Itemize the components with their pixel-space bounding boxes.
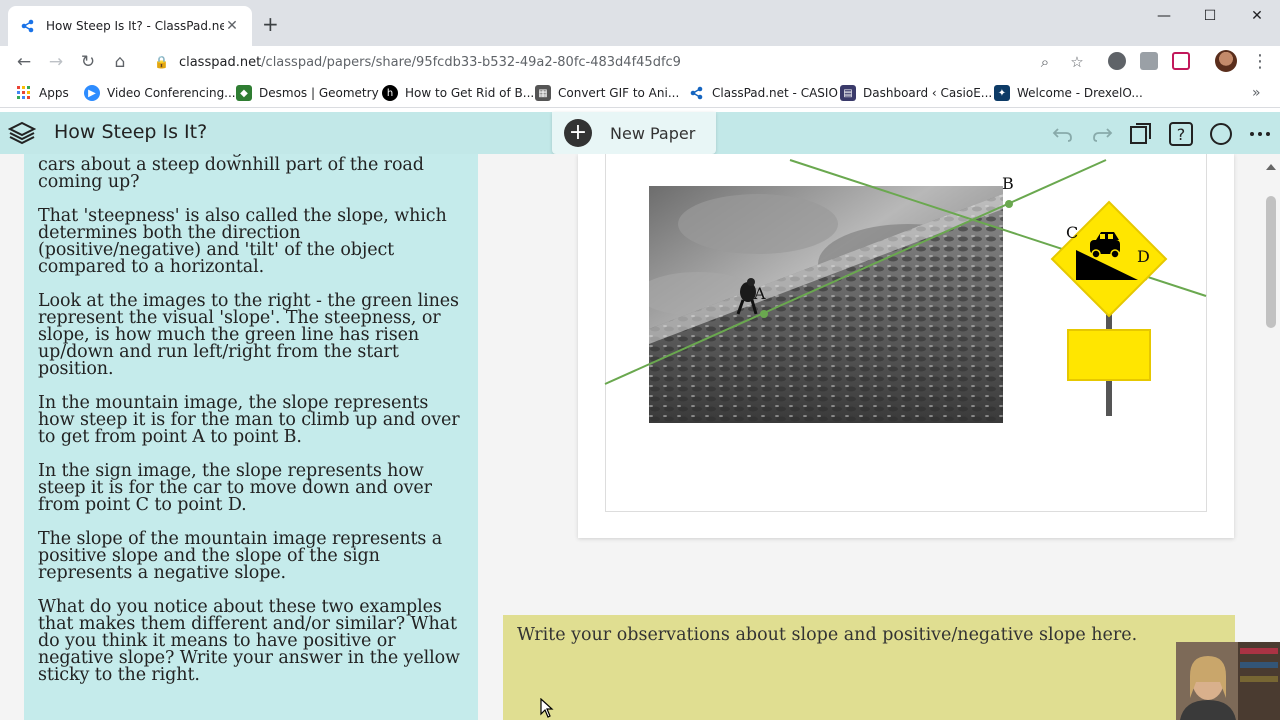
text-paper[interactable]: Or ever seen a road sign that warns truc… — [24, 154, 478, 720]
bookmark-video-conferencing[interactable]: ▶ Video Conferencing... — [84, 84, 236, 102]
plus-icon: + — [564, 119, 592, 147]
scroll-up-arrow-icon[interactable] — [1266, 164, 1276, 170]
bookmark-convert-gif[interactable]: ▦ Convert GIF to Ani... — [535, 84, 679, 102]
undo-icon[interactable] — [1050, 121, 1076, 147]
bookmark-icon: h — [382, 85, 398, 101]
yellow-sticky-note[interactable]: Write your observations about slope and … — [503, 615, 1235, 720]
video-icon: ▶ — [84, 85, 100, 101]
convert-icon: ▦ — [535, 85, 551, 101]
extension-g-icon[interactable] — [1140, 52, 1158, 70]
mountain-photo — [649, 186, 1003, 423]
bookmark-label: Welcome - DrexelO... — [1017, 86, 1143, 100]
forward-arrow-icon[interactable]: → — [44, 50, 68, 74]
address-bar[interactable]: 🔒 classpad.net/classpad/papers/share/95f… — [140, 47, 1098, 77]
classpad-header: How Steep Is It? + New Paper ? — [0, 112, 1280, 154]
webcam-overlay — [1176, 642, 1280, 720]
bookmark-label: Dashboard ‹ CasioE... — [863, 86, 993, 100]
help-icon[interactable]: ? — [1168, 121, 1194, 147]
maximize-window-icon[interactable]: ☐ — [1187, 4, 1233, 28]
extension-circle-icon[interactable] — [1108, 52, 1126, 70]
paragraph-positive-negative: The slope of the mountain image represen… — [38, 529, 443, 583]
bookmark-label: Convert GIF to Ani... — [558, 86, 680, 100]
classpad-favicon-icon — [20, 18, 36, 34]
point-b-marker[interactable] — [1005, 200, 1013, 208]
circle-tool-icon[interactable] — [1208, 121, 1234, 147]
profile-avatar[interactable] — [1215, 50, 1237, 72]
tab-close-icon[interactable]: ✕ — [224, 18, 240, 34]
bookmark-star-icon[interactable]: ☆ — [1065, 50, 1089, 74]
bookmark-label: How to Get Rid of B... — [405, 86, 535, 100]
bookmark-label: Desmos | Geometry — [259, 86, 379, 100]
svg-text:?: ? — [1177, 125, 1186, 144]
bookmark-dashboard[interactable]: ▤ Dashboard ‹ CasioE... — [840, 84, 992, 102]
more-options-icon[interactable] — [1248, 121, 1274, 147]
paragraph-sign: In the sign image, the slope represents … — [38, 461, 432, 515]
browser-toolbar: ← → ↻ ⌂ 🔒 classpad.net/classpad/papers/s… — [0, 46, 1280, 78]
bookmark-label: ClassPad.net - CASIO — [712, 86, 838, 100]
new-paper-button[interactable]: + New Paper — [552, 112, 716, 154]
bookmark-how-to-get-rid[interactable]: h How to Get Rid of B... — [382, 84, 534, 102]
document-title[interactable]: How Steep Is It? — [54, 121, 207, 143]
sticky-prompt-text[interactable]: Write your observations about slope and … — [517, 625, 1221, 645]
desmos-icon: ◆ — [236, 85, 252, 101]
layers-menu-icon[interactable] — [7, 120, 37, 150]
bookmark-classpad[interactable]: ClassPad.net - CASIO — [689, 84, 838, 102]
url-path: /classpad/papers/share/95fcdb33-b532-49a… — [261, 54, 681, 70]
paragraph-steepness: That 'steepness' is also called the slop… — [38, 206, 447, 277]
url-host: classpad.net — [178, 54, 262, 70]
paragraph-question: What do you notice about these two examp… — [38, 597, 460, 685]
paragraph-intro: Or ever seen a road sign that warns truc… — [38, 154, 453, 192]
bookmarks-bar: Apps ▶ Video Conferencing... ◆ Desmos | … — [0, 78, 1280, 108]
home-icon[interactable]: ⌂ — [108, 50, 132, 74]
browser-menu-icon[interactable]: ⋮ — [1248, 50, 1272, 74]
lock-icon: 🔒 — [154, 55, 169, 69]
minimize-window-icon[interactable]: — — [1141, 4, 1187, 28]
close-window-icon[interactable]: ✕ — [1234, 4, 1280, 28]
bookmark-apps[interactable]: Apps — [16, 84, 69, 102]
new-tab-plus-icon[interactable]: + — [262, 14, 279, 34]
workspace-canvas[interactable]: Or ever seen a road sign that warns truc… — [0, 154, 1280, 720]
browser-tab-strip: How Steep Is It? - ClassPad.net ✕ + — ☐ … — [0, 0, 1280, 46]
more-bookmarks-chevron-icon[interactable]: » — [1252, 84, 1261, 102]
point-a-label: A — [754, 284, 766, 303]
extension-shield-icon[interactable] — [1172, 52, 1190, 70]
image-paper[interactable]: A B C D — [578, 154, 1234, 538]
reload-icon[interactable]: ↻ — [76, 50, 100, 74]
bookmark-label: Video Conferencing... — [107, 86, 236, 100]
new-paper-label: New Paper — [610, 123, 696, 143]
zoom-icon[interactable]: ⌕ — [1033, 50, 1057, 74]
mouse-pointer-icon — [540, 697, 554, 720]
point-d-label: D — [1137, 247, 1150, 266]
tab-title: How Steep Is It? - ClassPad.net — [46, 19, 224, 33]
point-c-label: C — [1066, 223, 1079, 242]
dashboard-icon: ▤ — [840, 85, 856, 101]
paragraph-images: Look at the images to the right - the gr… — [38, 291, 459, 379]
classpad-icon — [689, 85, 705, 101]
bookmark-welcome-drexel[interactable]: ✦ Welcome - DrexelO... — [994, 84, 1143, 102]
point-a-marker[interactable] — [760, 310, 768, 318]
paragraph-mountain: In the mountain image, the slope represe… — [38, 393, 460, 447]
vertical-scrollbar[interactable] — [1262, 154, 1280, 720]
bookmark-desmos[interactable]: ◆ Desmos | Geometry — [236, 84, 379, 102]
browser-tab-active[interactable]: How Steep Is It? - ClassPad.net ✕ — [8, 6, 252, 46]
redo-icon[interactable] — [1089, 121, 1115, 147]
drexel-icon: ✦ — [994, 85, 1010, 101]
pages-icon[interactable] — [1128, 121, 1154, 147]
back-arrow-icon[interactable]: ← — [12, 50, 36, 74]
point-b-label: B — [1002, 174, 1014, 193]
apps-grid-icon — [16, 85, 32, 101]
scrollbar-thumb[interactable] — [1266, 196, 1276, 328]
slope-figure — [604, 159, 1207, 423]
bookmark-label: Apps — [39, 86, 69, 100]
